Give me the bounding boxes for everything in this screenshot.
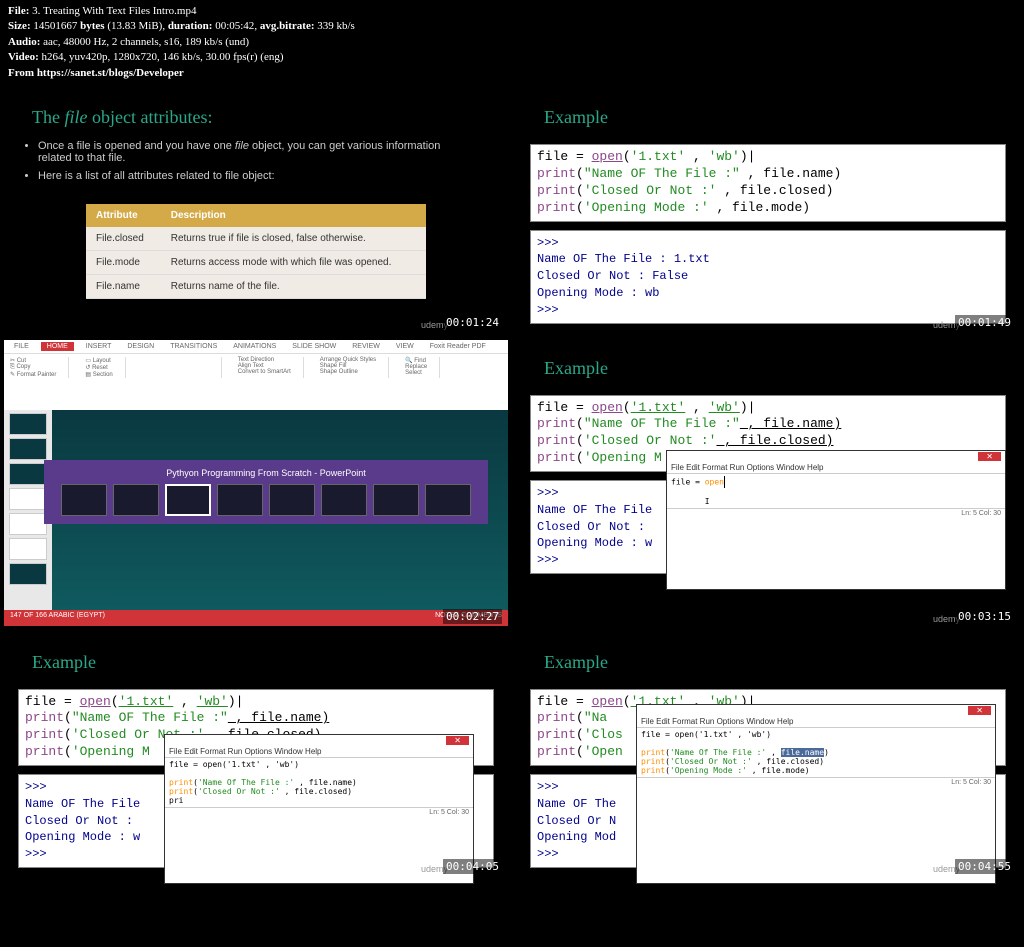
ppt-ribbon: FILE HOME INSERT DESIGN TRANSITIONS ANIM… [4, 340, 508, 410]
editor-status: Ln: 5 Col: 30 [637, 777, 995, 787]
slide-bullets: Once a file is opened and you have one f… [4, 136, 508, 192]
panel-example-editor1: Example file = open('1.txt' , 'wb')| pri… [516, 340, 1020, 626]
example-title: Example [516, 89, 1020, 136]
tab-transitions[interactable]: TRANSITIONS [166, 342, 221, 351]
idle-editor[interactable]: ✕ File Edit Format Run Options Window He… [636, 704, 996, 884]
tab-foxit[interactable]: Foxit Reader PDF [426, 342, 490, 351]
output-box: >>> Name OF The File : 1.txt Closed Or N… [530, 230, 1006, 324]
file-info-header: File: 3. Treating With Text Files Intro.… [0, 0, 1024, 85]
tab-view[interactable]: VIEW [392, 342, 418, 351]
editor-menu[interactable]: File Edit Format Run Options Window Help [165, 746, 473, 758]
panel-example-editor3: Example file = open('1.txt' , 'wb')| pri… [516, 634, 1020, 877]
editor-status: Ln: 5 Col: 30 [667, 508, 1005, 518]
app-thumb-selected[interactable] [165, 484, 211, 516]
ppt-tabs: FILE HOME INSERT DESIGN TRANSITIONS ANIM… [4, 340, 508, 354]
slide-title: The file object attributes: [4, 89, 508, 136]
app-thumb[interactable] [269, 484, 315, 516]
app-thumb[interactable] [217, 484, 263, 516]
example-title: Example [516, 634, 1020, 681]
example-title: Example [516, 340, 1020, 387]
timestamp: 00:04:55 [955, 859, 1014, 874]
app-thumb[interactable] [373, 484, 419, 516]
app-thumb[interactable] [61, 484, 107, 516]
attributes-table: AttributeDescription File.closedReturns … [86, 204, 426, 299]
panel-example-editor2: Example file = open('1.txt' , 'wb')| pri… [4, 634, 508, 877]
app-thumb[interactable] [321, 484, 367, 516]
editor-body[interactable]: file = open I [667, 474, 1005, 508]
idle-editor[interactable]: ✕ File Edit Format Run Options Window He… [164, 734, 474, 884]
tab-slideshow[interactable]: SLIDE SHOW [288, 342, 340, 351]
tab-animations[interactable]: ANIMATIONS [229, 342, 280, 351]
example-title: Example [4, 634, 508, 681]
editor-menu[interactable]: File Edit Format Run Options Window Help [667, 462, 1005, 474]
code-box: file = open('1.txt' , 'wb')| print("Name… [530, 144, 1006, 222]
panel-example-full: Example file = open('1.txt' , 'wb')| pri… [516, 89, 1020, 332]
close-icon[interactable]: ✕ [968, 706, 991, 715]
ppt-statusbar: 147 OF 166 ARABIC (EGYPT)NOTES COMMENTS [4, 610, 508, 626]
task-switcher[interactable]: Pythyon Programming From Scratch - Power… [44, 460, 488, 524]
group-editing: 🔍 Find Replace Select [405, 357, 440, 378]
editor-body[interactable]: file = open('1.txt' , 'wb') print('Name … [165, 758, 473, 807]
editor-status: Ln: 5 Col: 30 [165, 807, 473, 817]
tab-review[interactable]: REVIEW [348, 342, 384, 351]
editor-menu[interactable]: File Edit Format Run Options Window Help [637, 716, 995, 728]
group-clipboard: ✂ Cut ⎘ Copy ✎ Format Painter [10, 357, 69, 378]
editor-body[interactable]: file = open('1.txt' , 'wb') print('Name … [637, 728, 995, 777]
timestamp: 00:01:24 [443, 315, 502, 330]
timestamp: 00:01:49 [955, 315, 1014, 330]
timestamp: 00:02:27 [443, 609, 502, 624]
group-drawing: Arrange Quick Styles Shape Fill Shape Ou… [320, 357, 389, 378]
close-icon[interactable]: ✕ [978, 452, 1001, 461]
tab-file[interactable]: FILE [10, 342, 33, 351]
group-font [142, 357, 222, 378]
app-thumb[interactable] [113, 484, 159, 516]
close-icon[interactable]: ✕ [446, 736, 469, 745]
app-thumb[interactable] [425, 484, 471, 516]
timestamp: 00:04:05 [443, 859, 502, 874]
group-slides: ▭ Layout ↺ Reset ▤ Section [85, 357, 125, 378]
tab-home[interactable]: HOME [41, 342, 74, 351]
idle-editor[interactable]: ✕ File Edit Format Run Options Window He… [666, 450, 1006, 590]
panel-file-attributes: The file object attributes: Once a file … [4, 89, 508, 332]
timestamp: 00:03:15 [955, 609, 1014, 624]
panel-powerpoint: FILE HOME INSERT DESIGN TRANSITIONS ANIM… [4, 340, 508, 626]
tab-design[interactable]: DESIGN [123, 342, 158, 351]
group-paragraph: Text Direction Align Text Convert to Sma… [238, 357, 304, 378]
tab-insert[interactable]: INSERT [82, 342, 116, 351]
